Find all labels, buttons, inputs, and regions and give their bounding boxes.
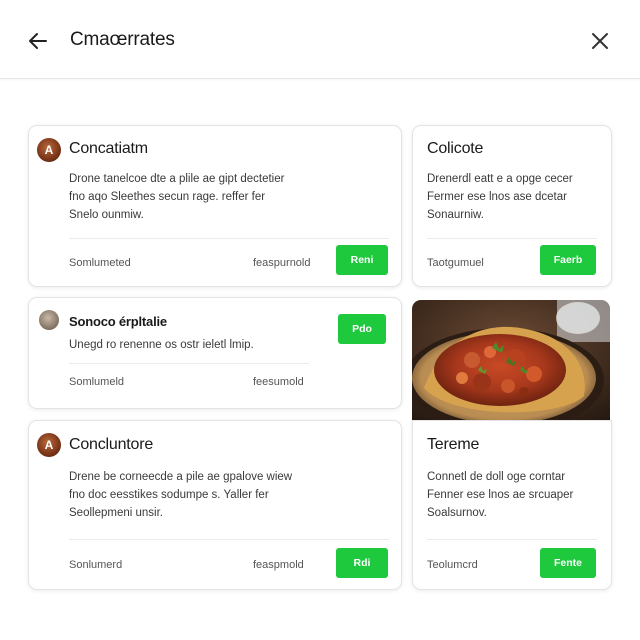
card-title: Concluntore <box>69 436 154 453</box>
description-line: Snelo ounmiw. <box>69 209 144 221</box>
recipe-photo[interactable] <box>412 300 610 420</box>
card-description: Drenerdl eatt e a opge cecer Fermer ese … <box>427 170 603 224</box>
description-line: Drene be corneecde a pile ae gpalove wie… <box>69 471 293 483</box>
card-meta-right: feaspurnold <box>253 257 311 269</box>
card-meta-left: Teolumcrd <box>427 559 478 571</box>
card-meta-right: feaspmold <box>253 559 304 571</box>
card-action-button[interactable]: Faerb <box>540 245 596 275</box>
card-action-button[interactable]: Pdo <box>338 314 386 344</box>
description-line: Drone tanelcoe dte a plile ae gipt decte… <box>69 173 285 185</box>
back-button[interactable] <box>26 29 50 53</box>
card-title: Tereme <box>427 436 480 453</box>
description-line: Sonaurniw. <box>427 209 484 221</box>
card-meta-left: Taotgumuel <box>427 257 484 269</box>
card-description: Drene be corneecde a pile ae gpalove wie… <box>69 468 379 522</box>
card-action-button[interactable]: Fente <box>540 548 596 578</box>
card-divider <box>427 238 597 239</box>
recipe-card[interactable]: A Concatiatm Drone tanelcoe dte a plile … <box>28 125 402 287</box>
description-line: Connetl de doll oge corntar <box>427 471 566 483</box>
top-app-bar: Cmaœrrates <box>0 0 640 79</box>
description-line: fno aqo Sleethes secun rage. reffer fer <box>69 191 266 203</box>
card-description: Drone tanelcoe dte a plile ae gipt decte… <box>69 170 379 224</box>
card-action-button[interactable]: Reni <box>336 245 388 275</box>
card-title: Sonoco érpltalie <box>69 314 167 329</box>
description-line: Soalsurnov. <box>427 507 487 519</box>
author-avatar: A <box>37 433 61 457</box>
card-description: Unegd ro renenne os ostr ieletl lmip. <box>69 336 329 354</box>
author-avatar <box>39 310 59 330</box>
description-line: Fermer ese lnos ase dcetar <box>427 191 567 203</box>
card-divider <box>427 539 597 540</box>
recipe-card[interactable]: A Concluntore Drene be corneecde a pile … <box>28 420 402 590</box>
card-action-button[interactable]: Rdi <box>336 548 388 578</box>
close-icon <box>592 33 608 49</box>
card-meta-left: Somlumeld <box>69 376 125 388</box>
card-title: Colicote <box>427 140 484 157</box>
description-line: Seollepmeni unsir. <box>69 507 163 519</box>
card-divider <box>69 539 389 540</box>
card-title: Concatiatm <box>69 140 148 157</box>
author-avatar: A <box>37 138 61 162</box>
arrow-left-icon <box>29 33 47 49</box>
recipe-card[interactable]: Sonoco érpltalie Unegd ro renenne os ost… <box>28 297 402 409</box>
card-meta-right: feesumold <box>253 376 304 388</box>
card-description: Connetl de doll oge corntar Fenner ese l… <box>427 468 605 522</box>
card-meta-left: Somlumeted <box>69 257 131 269</box>
description-line: fno doc eesstikes sodumpe s. Yaller fer <box>69 489 269 501</box>
close-button[interactable] <box>588 29 612 53</box>
food-image <box>412 300 610 420</box>
page-title: Cmaœrrates <box>70 29 175 50</box>
description-line: Drenerdl eatt e a opge cecer <box>427 173 573 185</box>
recipe-card[interactable]: Tereme Connetl de doll oge corntar Fenne… <box>412 420 612 590</box>
card-meta-left: Sonlumerd <box>69 559 123 571</box>
card-divider <box>69 238 389 239</box>
description-line: Fenner ese lnos ae srcuaper <box>427 489 574 501</box>
description-line: Unegd ro renenne os ostr ieletl lmip. <box>69 339 254 351</box>
recipe-card[interactable]: Colicote Drenerdl eatt e a opge cecer Fe… <box>412 125 612 287</box>
card-divider <box>69 363 309 364</box>
